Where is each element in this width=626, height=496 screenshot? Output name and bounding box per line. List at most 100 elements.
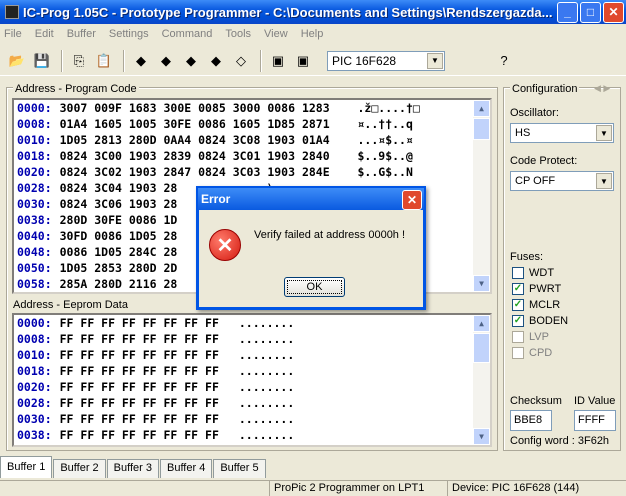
close-button[interactable]: ✕ [603, 1, 624, 23]
status-blank [0, 481, 270, 496]
row-address: 0050: [17, 261, 52, 275]
menu-command[interactable]: Command [162, 28, 213, 40]
tab-buffer-4[interactable]: Buffer 4 [159, 459, 213, 478]
status-device: Device: PIC 16F628 (144) [452, 482, 580, 494]
dialog-close-icon[interactable]: ✕ [402, 190, 422, 210]
assembler-view-icon[interactable]: ▣ [267, 50, 289, 72]
row-data: FF FF FF FF FF FF FF FF [59, 428, 219, 442]
open-file-icon[interactable]: 📂 [6, 50, 28, 72]
dialog-title: Error [198, 188, 424, 210]
menu-file[interactable]: File [4, 28, 22, 40]
table-row: 0000: 3007 009F 1683 300E 0085 3000 0086 … [14, 100, 490, 116]
separator [260, 49, 262, 72]
menu-tools[interactable]: Tools [225, 28, 251, 40]
row-data: FF FF FF FF FF FF FF FF [59, 396, 219, 410]
row-data: FF FF FF FF FF FF FF FF [59, 348, 219, 362]
id-value-field[interactable]: FFFF [574, 410, 616, 431]
fuse-cpd-checkbox[interactable]: CPD [512, 347, 552, 359]
row-address: 0030: [17, 412, 52, 426]
error-icon: ✕ [209, 229, 241, 261]
verify-chip-icon[interactable]: ◆ [205, 50, 227, 72]
scroll-up-icon[interactable]: ▲ [473, 100, 490, 117]
fuse-mclr-checkbox[interactable]: ✓ MCLR [512, 299, 560, 311]
blank-check-icon[interactable]: ◇ [230, 50, 252, 72]
checksum-label: Checksum [510, 395, 562, 407]
error-dialog: Error ✕ ✕ Verify failed at address 0000h… [196, 186, 426, 310]
menu-edit[interactable]: Edit [35, 28, 54, 40]
row-address: 0028: [17, 181, 52, 195]
tab-buffer-2[interactable]: Buffer 2 [53, 459, 106, 478]
tab-buffer-1[interactable]: Buffer 1 [0, 456, 53, 478]
eeprom-scrollbar[interactable]: ▲ ▼ [473, 315, 490, 445]
oscillator-select[interactable]: HS ▼ [510, 123, 614, 143]
menu-buffer[interactable]: Buffer [67, 28, 96, 40]
hex-view-icon[interactable]: ▣ [292, 50, 314, 72]
menu-bar: File Edit Buffer Settings Command Tools … [0, 24, 626, 43]
scroll-thumb[interactable] [473, 333, 490, 363]
fuse-label: CPD [529, 347, 553, 359]
fuse-pwrt-checkbox[interactable]: ✓ PWRT [512, 283, 561, 295]
menu-settings[interactable]: Settings [109, 28, 149, 40]
erase-chip-icon[interactable]: ◆ [180, 50, 202, 72]
maximize-button[interactable]: □ [580, 1, 601, 23]
configuration-label: Configuration [510, 83, 580, 95]
tab-buffer-5[interactable]: Buffer 5 [213, 459, 266, 478]
fuse-lvp-checkbox[interactable]: LVP [512, 331, 549, 343]
read-chip-icon[interactable]: ◆ [130, 50, 152, 72]
scroll-down-icon[interactable]: ▼ [473, 275, 490, 292]
fuse-wdt-checkbox[interactable]: WDT [512, 267, 554, 279]
table-row: 0020: 0824 3C02 1903 2847 0824 3C03 1903 … [14, 164, 490, 180]
row-ascii: ........ [238, 428, 295, 442]
fuse-label: BODEN [529, 315, 569, 327]
row-address: 0048: [17, 245, 52, 259]
ok-button[interactable]: OK [284, 277, 345, 297]
device-select[interactable]: PIC 16F628 ▼ [327, 50, 445, 71]
row-address: 0028: [17, 396, 52, 410]
code-protect-select[interactable]: CP OFF ▼ [510, 171, 614, 191]
tab-buffer-3[interactable]: Buffer 3 [106, 459, 159, 478]
row-data: 280D 30FE 0086 1D [59, 213, 178, 227]
scroll-down-icon[interactable]: ▼ [473, 428, 490, 445]
row-ascii: ........ [238, 348, 295, 362]
toolbar: 📂 💾 ⎘ 📋 ◆ ◆ ◆ ◆ ◇ ▣ ▣ PIC 16F628 ▼ ? [0, 46, 626, 76]
row-data: 01A4 1605 1005 30FE 0086 1605 1D85 2871 [59, 117, 330, 131]
menu-view[interactable]: View [264, 28, 288, 40]
status-programmer: ProPic 2 Programmer on LPT1 [270, 481, 448, 496]
paste-icon[interactable]: 📋 [93, 50, 115, 72]
eeprom-view[interactable]: 0000: FF FF FF FF FF FF FF FF........ 0008… [12, 313, 492, 447]
row-address: 0010: [17, 133, 52, 147]
fuse-label: LVP [529, 331, 549, 343]
chevron-down-icon[interactable]: ▼ [427, 52, 443, 69]
row-ascii: .ž□....†□ [343, 101, 420, 115]
row-data: 1D05 2813 280D 0AA4 0824 3C08 1903 01A4 [59, 133, 330, 147]
row-data: FF FF FF FF FF FF FF FF [59, 332, 219, 346]
fuse-boden-checkbox[interactable]: ✓ BODEN [512, 315, 568, 327]
panel-nav-icon[interactable]: ◀ ▶ [594, 83, 610, 94]
help-icon[interactable]: ? [493, 50, 515, 72]
row-address: 0020: [17, 165, 52, 179]
row-data: FF FF FF FF FF FF FF FF [59, 412, 219, 426]
copy-icon[interactable]: ⎘ [68, 50, 90, 72]
id-value-label: ID Value [574, 395, 616, 407]
row-address: 0018: [17, 149, 52, 163]
save-icon[interactable]: 💾 [31, 50, 53, 72]
app-icon [5, 5, 19, 19]
row-data: FF FF FF FF FF FF FF FF [59, 364, 219, 378]
status-bar: ProPic 2 Programmer on LPT1 Device: PIC … [0, 480, 626, 496]
chevron-down-icon[interactable]: ▼ [596, 125, 612, 141]
program-chip-icon[interactable]: ◆ [155, 50, 177, 72]
separator [123, 49, 125, 72]
table-row: 0008: FF FF FF FF FF FF FF FF........ [14, 331, 490, 347]
minimize-button[interactable]: _ [557, 1, 578, 23]
fuse-label: MCLR [529, 299, 561, 311]
code-protect-value: CP OFF [515, 175, 556, 187]
scroll-up-icon[interactable]: ▲ [473, 315, 490, 332]
menu-help[interactable]: Help [301, 28, 324, 40]
buffer-tabs: Buffer 1 Buffer 2 Buffer 3 Buffer 4 Buff… [0, 456, 267, 478]
table-row: 0038: FF FF FF FF FF FF FF FF........ [14, 427, 490, 443]
scroll-thumb[interactable] [473, 118, 490, 140]
table-row: 0010: FF FF FF FF FF FF FF FF........ [14, 347, 490, 363]
program-code-scrollbar[interactable]: ▲ ▼ [473, 100, 490, 292]
row-ascii: ........ [238, 316, 295, 330]
chevron-down-icon[interactable]: ▼ [596, 173, 612, 189]
